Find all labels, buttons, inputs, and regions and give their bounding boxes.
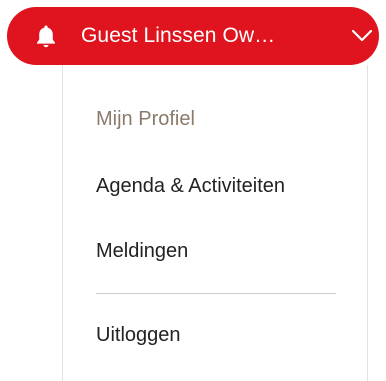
chevron-down-icon (351, 29, 373, 42)
menu-divider (96, 293, 336, 294)
bell-icon (37, 25, 55, 48)
menu-item-uitloggen[interactable]: Uitloggen (96, 323, 181, 347)
account-menu-widget: Guest Linssen Ow… Mijn Profiel Agenda & … (0, 0, 386, 381)
menu-item-meldingen[interactable]: Meldingen (96, 239, 188, 263)
account-menu-button[interactable]: Guest Linssen Ow… (7, 7, 379, 65)
account-name-label: Guest Linssen Ow… (81, 24, 276, 47)
menu-item-mijn-profiel[interactable]: Mijn Profiel (96, 107, 195, 131)
account-dropdown-menu: Mijn Profiel Agenda & Activiteiten Meldi… (62, 65, 368, 381)
menu-item-agenda-activiteiten[interactable]: Agenda & Activiteiten (96, 174, 285, 198)
